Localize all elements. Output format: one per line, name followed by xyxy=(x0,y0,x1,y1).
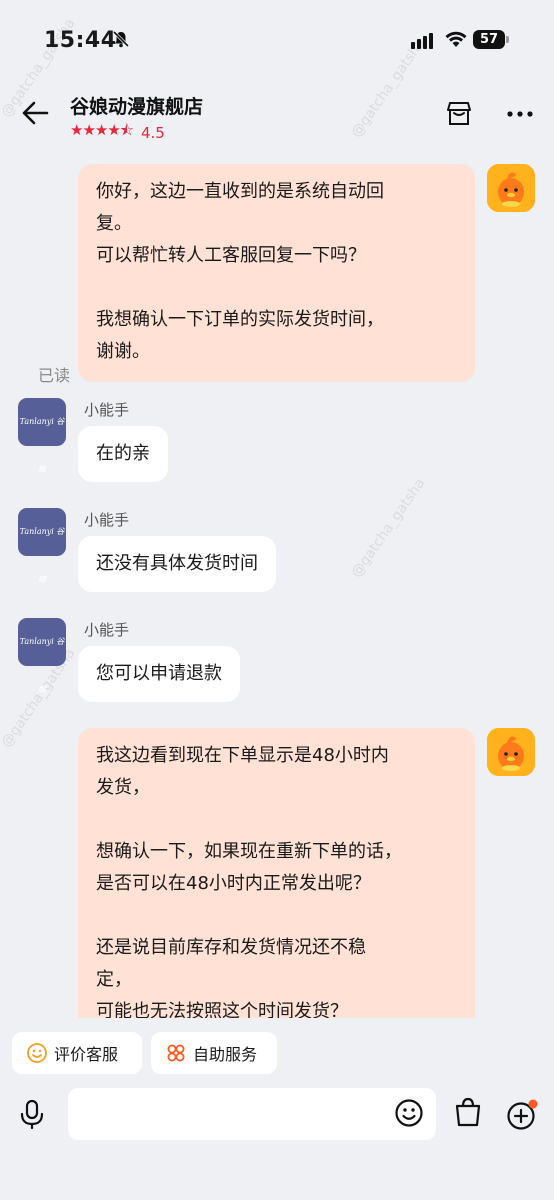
plus-icon[interactable] xyxy=(505,1098,539,1132)
message-line: 谢谢。 xyxy=(96,341,150,362)
bell-muted-icon xyxy=(112,30,130,48)
message-line: 定， xyxy=(96,969,132,990)
message-line: 你好，这边一直收到的是系统自动回 xyxy=(96,181,384,202)
status-bar: 15:44 57 xyxy=(0,0,554,80)
message-line: 是否可以在48小时内正常发出呢？ xyxy=(96,873,371,894)
rate-service-button[interactable]: 评价客服 xyxy=(12,1032,142,1074)
duck-avatar-icon xyxy=(487,728,535,776)
message-line: 可以帮忙转人工客服回复一下吗？ xyxy=(96,245,366,266)
store-message-bubble[interactable]: 还没有具体发货时间 xyxy=(78,536,276,592)
rating-stars: ★★★★⯪ xyxy=(70,121,134,139)
message-line xyxy=(96,272,457,304)
my-message-bubble[interactable]: 我这边看到现在下单显示是48小时内 发货， 想确认一下，如果现在重新下单的话， … xyxy=(78,728,475,1018)
store-message-bubble[interactable]: 在的亲 xyxy=(78,426,168,482)
status-time: 15:44 xyxy=(44,28,117,53)
message-line: 我这边看到现在下单显示是48小时内 xyxy=(96,745,389,766)
signal-icon xyxy=(411,33,433,49)
message-line: 复。 xyxy=(96,213,132,234)
shop-name[interactable]: 谷娘动漫旗舰店 xyxy=(70,92,203,119)
message-line xyxy=(96,804,457,836)
battery-icon: 57 xyxy=(473,30,511,50)
grid-flower-icon xyxy=(167,1044,185,1062)
duck-avatar-icon xyxy=(487,164,535,212)
message-line: 还是说目前库存和发货情况还不稳 xyxy=(96,937,366,958)
back-arrow-icon[interactable] xyxy=(20,98,50,128)
message-input[interactable] xyxy=(68,1088,436,1140)
battery-level: 57 xyxy=(473,30,505,49)
store-avatar[interactable]: Tanlanyi 谷娘 xyxy=(18,618,66,694)
self-service-label: 自助服务 xyxy=(193,1045,258,1064)
my-message-bubble[interactable]: 你好，这边一直收到的是系统自动回 复。 可以帮忙转人工客服回复一下吗？ 我想确认… xyxy=(78,164,475,382)
sender-name: 小能手 xyxy=(84,621,130,639)
message-line: 想确认一下，如果现在重新下单的话， xyxy=(96,841,402,862)
sender-name: 小能手 xyxy=(84,401,130,419)
emoji-icon[interactable] xyxy=(394,1098,424,1128)
self-service-button[interactable]: 自助服务 xyxy=(151,1032,277,1074)
message-line: 发货， xyxy=(96,777,150,798)
shop-rating: ★★★★⯪ 4.5 xyxy=(70,120,165,145)
rating-score: 4.5 xyxy=(141,123,165,142)
my-avatar[interactable] xyxy=(487,728,535,776)
shopping-bag-icon[interactable] xyxy=(453,1096,483,1128)
chat-header: 谷娘动漫旗舰店 ★★★★⯪ 4.5 xyxy=(0,80,554,150)
wifi-icon xyxy=(445,31,467,47)
store-message-bubble[interactable]: 您可以申请退款 xyxy=(78,646,240,702)
message-line xyxy=(96,900,457,932)
microphone-icon[interactable] xyxy=(18,1098,46,1130)
sender-name: 小能手 xyxy=(84,511,130,529)
read-receipt: 已读 xyxy=(38,366,71,385)
message-line: 可能也无法按照这个时间发货？ xyxy=(96,1001,348,1018)
message-line: 我想确认一下订单的实际发货时间， xyxy=(96,309,384,330)
store-avatar[interactable]: Tanlanyi 谷娘 xyxy=(18,508,66,584)
rate-service-label: 评价客服 xyxy=(54,1045,119,1064)
store-avatar[interactable]: Tanlanyi 谷娘 xyxy=(18,398,66,474)
my-avatar[interactable] xyxy=(487,164,535,212)
watermark: @gatcha_gatsha xyxy=(348,475,429,581)
more-icon[interactable] xyxy=(505,102,535,126)
store-icon[interactable] xyxy=(445,100,473,128)
smile-icon xyxy=(27,1043,47,1063)
battery-tip xyxy=(506,36,509,43)
